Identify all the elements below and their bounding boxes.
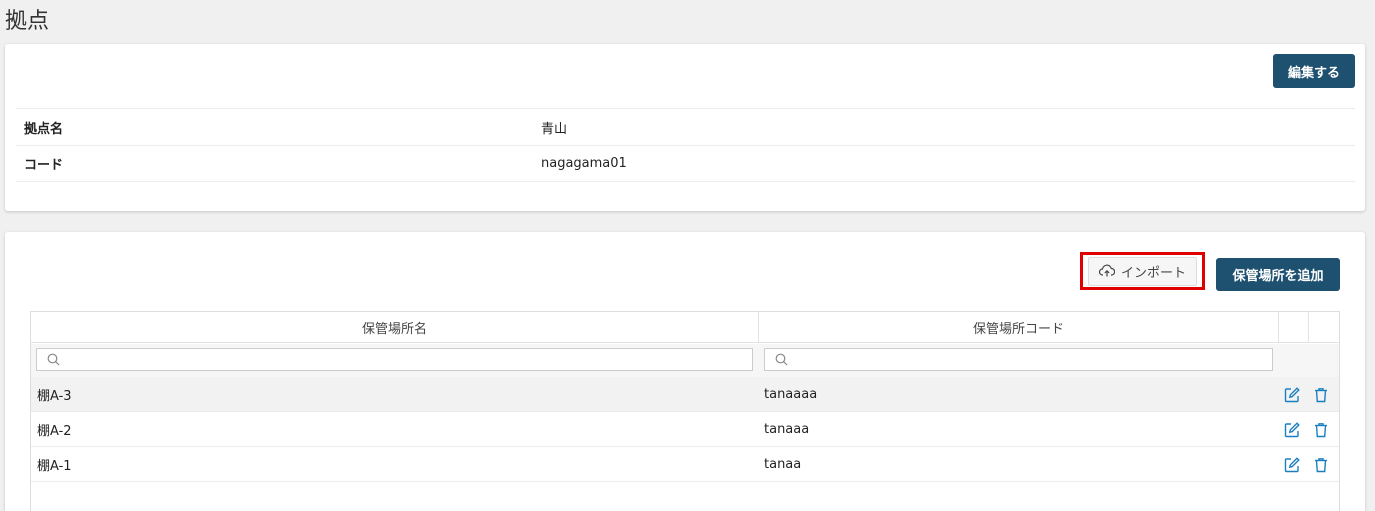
location-name-value: 青山 — [541, 121, 568, 137]
location-name-label: 拠点名 — [24, 121, 64, 137]
name-filter[interactable] — [36, 348, 753, 371]
info-row-location-name: 拠点名 青山 — [16, 108, 1355, 145]
search-icon — [775, 353, 788, 366]
cell-storage-name: 棚A-3 — [37, 389, 72, 404]
add-storage-button[interactable]: 保管場所を追加 — [1216, 258, 1340, 291]
cell-storage-code: tanaaa — [764, 422, 810, 437]
cell-storage-code: tanaa — [764, 457, 802, 472]
page-title: 拠点 — [5, 9, 50, 34]
table-row[interactable]: 棚A-1 tanaa — [31, 447, 1339, 482]
edit-icon[interactable] — [1283, 421, 1301, 439]
edit-icon[interactable] — [1283, 386, 1301, 404]
cell-storage-name: 棚A-1 — [37, 459, 72, 474]
column-header-delete — [1309, 312, 1339, 343]
import-button[interactable]: インポート — [1080, 252, 1205, 290]
cell-storage-name: 棚A-2 — [37, 424, 72, 439]
code-filter-input[interactable] — [794, 352, 1272, 367]
location-detail-card: 編集する 拠点名 青山 コード nagagama01 — [5, 44, 1365, 211]
table-row[interactable]: 棚A-3 tanaaaa — [31, 377, 1339, 412]
column-header-code[interactable]: 保管場所コード — [759, 312, 1279, 343]
column-header-name[interactable]: 保管場所名 — [31, 312, 759, 343]
name-filter-input[interactable] — [66, 352, 752, 367]
edit-button[interactable]: 編集する — [1273, 54, 1355, 88]
import-button-inner[interactable]: インポート — [1087, 256, 1197, 286]
code-filter[interactable] — [764, 348, 1273, 371]
trash-icon[interactable] — [1312, 421, 1330, 439]
storage-card: インポート 保管場所を追加 保管場所名 保管場所コード 棚A-3 tanaaaa — [5, 232, 1365, 511]
search-icon — [47, 353, 60, 366]
storage-table: 保管場所名 保管場所コード 棚A-3 tanaaaa 棚A-2 tanaaa 棚… — [30, 311, 1340, 511]
filter-row — [31, 344, 1339, 377]
trash-icon[interactable] — [1312, 456, 1330, 474]
cell-storage-code: tanaaaa — [764, 387, 818, 402]
table-row[interactable]: 棚A-2 tanaaa — [31, 412, 1339, 447]
code-label: コード — [24, 158, 64, 173]
import-label: インポート — [1120, 265, 1186, 281]
column-header-edit — [1279, 312, 1309, 343]
code-value: nagagama01 — [541, 156, 627, 171]
edit-icon[interactable] — [1283, 456, 1301, 474]
trash-icon[interactable] — [1312, 386, 1330, 404]
info-row-code: コード nagagama01 — [16, 145, 1355, 182]
table-header: 保管場所名 保管場所コード — [31, 312, 1339, 343]
cloud-upload-icon — [1098, 264, 1115, 277]
